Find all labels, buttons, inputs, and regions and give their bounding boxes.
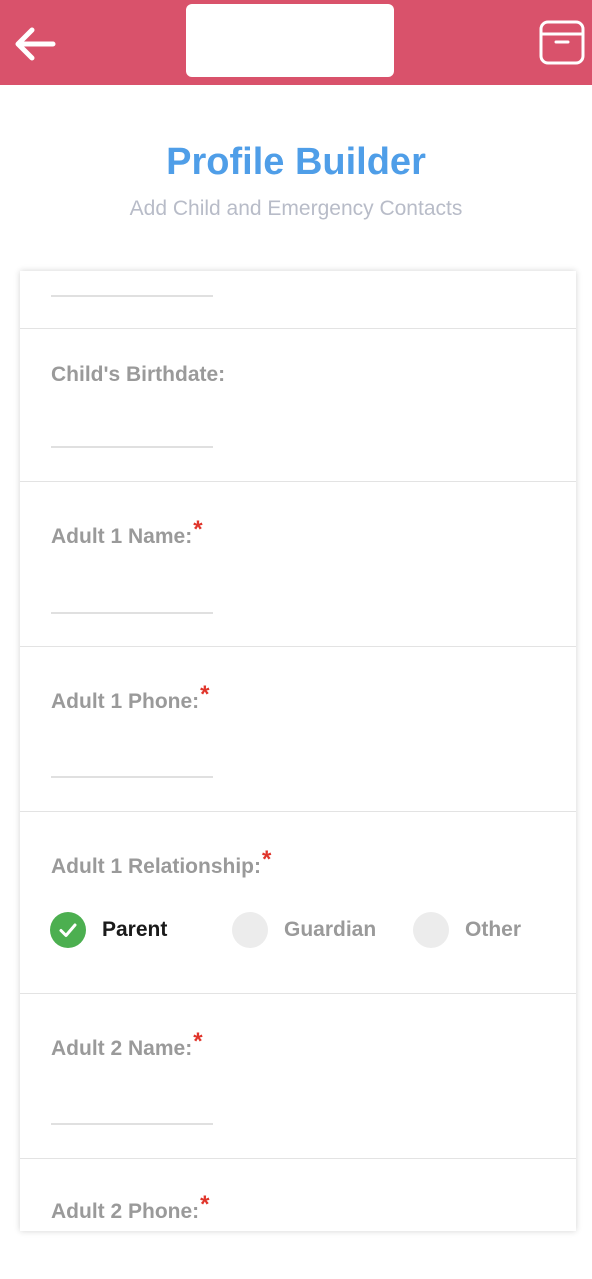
- radio-option-guardian[interactable]: Guardian: [232, 912, 376, 948]
- adult2-name-input[interactable]: [51, 1123, 213, 1125]
- radio-label-guardian: Guardian: [284, 918, 377, 941]
- radio-option-other[interactable]: Other: [413, 912, 521, 948]
- field-section-adult1-phone: Adult 1 Phone:*: [20, 647, 576, 812]
- radio-label-other: Other: [465, 918, 522, 941]
- relationship-radio-group: Parent Guardian Other: [50, 912, 550, 948]
- required-mark: *: [193, 516, 203, 543]
- back-button[interactable]: [12, 22, 58, 66]
- required-mark: *: [200, 681, 210, 708]
- page-header: Profile Builder Add Child and Emergency …: [0, 85, 592, 271]
- field-section-childs-birthdate: Child's Birthdate:: [20, 329, 576, 482]
- radio-indicator-checked: [50, 912, 86, 948]
- app-bar: [0, 0, 592, 85]
- arrow-left-icon: [15, 27, 56, 61]
- checkmark-icon: [59, 923, 77, 937]
- redacted-title: [186, 4, 394, 77]
- page-title: Profile Builder: [166, 141, 426, 183]
- radio-indicator: [413, 912, 449, 948]
- childs-birthdate-input[interactable]: [51, 446, 213, 448]
- adult1-relationship-label: Adult 1 Relationship:*: [51, 846, 272, 878]
- field-section-adult2-name: Adult 2 Name:*: [20, 994, 576, 1159]
- form-card: Child's Birthdate: Adult 1 Name:* Adult …: [20, 271, 576, 1231]
- adult1-name-label: Adult 1 Name:*: [51, 516, 203, 548]
- required-mark: *: [193, 1028, 203, 1055]
- radio-label-parent: Parent: [102, 918, 168, 941]
- page-subtitle: Add Child and Emergency Contacts: [129, 197, 463, 220]
- adult1-phone-input[interactable]: [51, 776, 213, 778]
- field-section-adult1-relationship: Adult 1 Relationship:* Parent Guardian O…: [20, 812, 576, 994]
- adult2-phone-label: Adult 2 Phone:*: [51, 1191, 210, 1223]
- adult1-name-input[interactable]: [51, 612, 213, 614]
- field-section-adult1-name: Adult 1 Name:*: [20, 482, 576, 647]
- childs-birthdate-label: Child's Birthdate:: [51, 363, 226, 386]
- archive-button[interactable]: [538, 18, 586, 66]
- field-section-previous: [20, 271, 576, 329]
- archive-box-icon: [539, 20, 585, 65]
- adult2-name-label: Adult 2 Name:*: [51, 1028, 203, 1060]
- previous-field-input[interactable]: [51, 295, 213, 297]
- required-mark: *: [262, 846, 272, 873]
- radio-option-parent[interactable]: Parent: [50, 912, 167, 948]
- adult1-phone-label: Adult 1 Phone:*: [51, 681, 210, 713]
- field-section-adult2-phone: Adult 2 Phone:*: [20, 1159, 576, 1279]
- radio-indicator: [232, 912, 268, 948]
